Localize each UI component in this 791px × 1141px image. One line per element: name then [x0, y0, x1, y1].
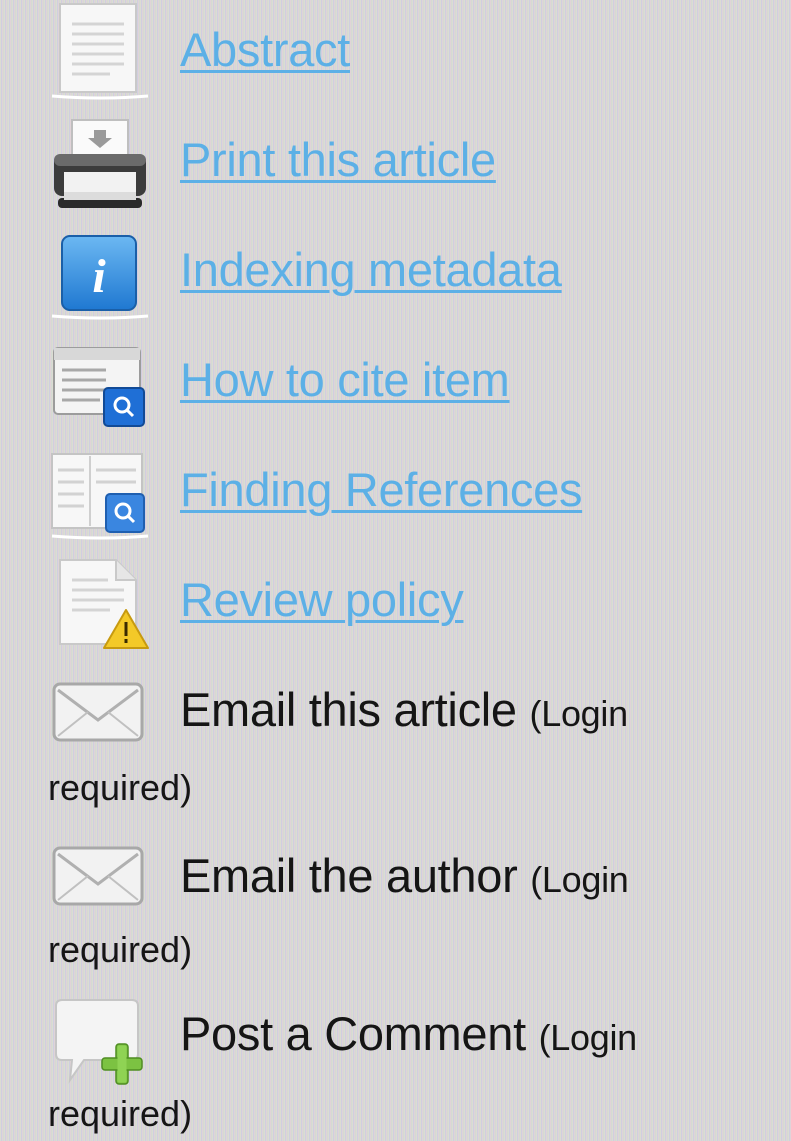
review-policy-warning-icon — [50, 556, 150, 652]
reading-tools-panel: { "reading_tools": [ {"icon": "abstract-… — [0, 0, 791, 1141]
email-article-label: Email this article (Login — [180, 686, 628, 733]
envelope-icon — [50, 680, 150, 744]
login-required-note: (Login — [538, 1017, 638, 1058]
post-comment-text: Post a Comment — [180, 1007, 526, 1060]
abstract-document-icon — [50, 0, 150, 104]
email-author-text: Email the author — [180, 849, 518, 902]
print-article-link[interactable]: Print this article — [180, 136, 496, 183]
info-icon: i — [50, 232, 150, 322]
review-policy-link[interactable]: Review policy — [180, 576, 464, 623]
finding-references-link[interactable]: Finding References — [180, 466, 582, 513]
cite-item-link[interactable]: How to cite item — [180, 356, 510, 403]
envelope-icon — [50, 844, 150, 908]
login-required-note: (Login — [530, 859, 629, 900]
login-required-note-cont: required) — [48, 767, 193, 808]
comment-add-icon — [50, 998, 150, 1088]
login-required-note: (Login — [529, 693, 629, 734]
login-required-note-cont: required) — [48, 1093, 193, 1134]
svg-text:i: i — [92, 250, 106, 303]
printer-icon — [50, 118, 150, 218]
login-required-note-cont: required) — [48, 929, 193, 970]
abstract-link[interactable]: Abstract — [180, 26, 350, 73]
indexing-metadata-link[interactable]: Indexing metadata — [180, 246, 562, 293]
email-author-label: Email the author (Login — [180, 852, 629, 899]
post-comment-label: Post a Comment (Login — [180, 1010, 637, 1057]
cite-item-icon — [50, 342, 150, 432]
finding-references-icon — [50, 450, 150, 540]
email-article-text: Email this article — [180, 683, 517, 736]
